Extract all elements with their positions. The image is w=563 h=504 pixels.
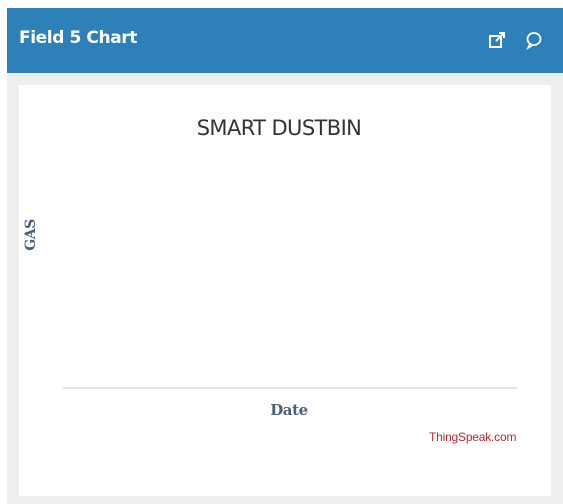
- widget-title: Field 5 Chart: [19, 28, 137, 48]
- widget-header: Field 5 Chart: [7, 8, 563, 73]
- popout-icon[interactable]: [487, 30, 507, 50]
- chart-area: SMART DUSTBIN GAS Date ThingSpeak.com: [19, 85, 551, 496]
- x-axis-label: Date: [270, 401, 308, 419]
- credit-link[interactable]: ThingSpeak.com: [429, 430, 516, 444]
- comment-icon[interactable]: [524, 30, 544, 51]
- chart-widget: Field 5 Chart SMART DUSTBIN GAS Date Thi…: [7, 8, 563, 504]
